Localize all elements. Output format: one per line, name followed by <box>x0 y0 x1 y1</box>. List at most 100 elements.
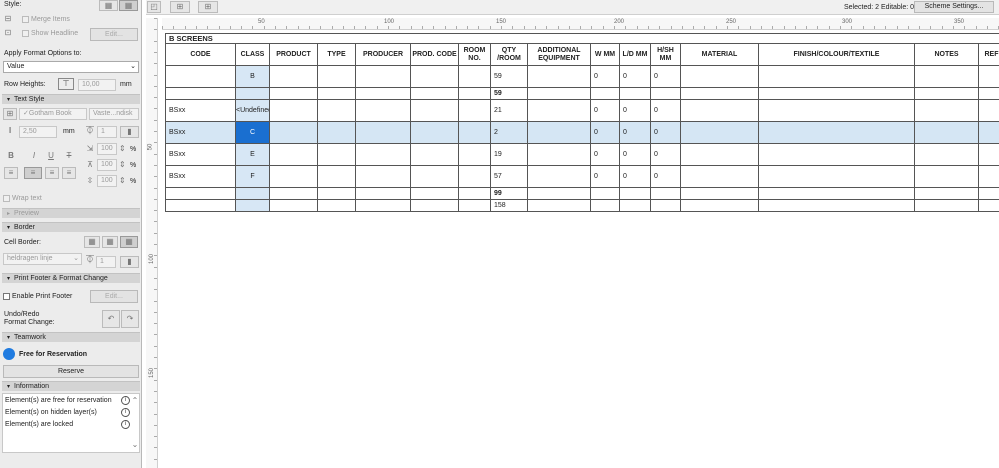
cell-w[interactable]: 0 <box>590 99 620 122</box>
bold-icon[interactable]: B <box>6 151 16 161</box>
table-cell[interactable] <box>317 87 356 100</box>
table-cell[interactable] <box>758 187 915 200</box>
cell-code[interactable] <box>165 187 236 200</box>
cell-code[interactable]: BSxx <box>165 99 236 122</box>
table-cell[interactable] <box>977 187 999 200</box>
cell-qty[interactable]: 21 <box>490 99 528 122</box>
show-headline-checkbox[interactable] <box>22 30 29 37</box>
font-style-icon[interactable]: ⊞ <box>3 108 17 120</box>
column-header[interactable]: ROOM NO. <box>458 43 491 66</box>
table-cell[interactable] <box>914 99 979 122</box>
pen-color-swatch[interactable]: ▮ <box>120 126 139 138</box>
info-icon[interactable]: i <box>121 408 130 417</box>
column-header[interactable]: PRODUCER <box>355 43 411 66</box>
table-cell[interactable] <box>680 165 759 188</box>
table-cell[interactable] <box>410 87 459 100</box>
table-cell[interactable] <box>458 165 491 188</box>
cell-ld[interactable]: 0 <box>619 99 651 122</box>
scheme-settings-button[interactable]: Scheme Settings... <box>914 1 994 13</box>
cell-w[interactable] <box>590 87 620 100</box>
cell-code[interactable] <box>165 65 236 88</box>
table-cell[interactable] <box>269 99 318 122</box>
table-row[interactable]: BSxx E 19 0 0 0 <box>165 143 999 166</box>
table-cell[interactable] <box>680 65 759 88</box>
table-cell[interactable] <box>269 199 318 212</box>
wrap-text-checkbox[interactable] <box>3 195 10 202</box>
cell-w[interactable] <box>590 187 620 200</box>
cell-ld[interactable] <box>619 187 651 200</box>
table-cell[interactable] <box>758 165 915 188</box>
table-cell[interactable] <box>977 165 999 188</box>
table-cell[interactable] <box>527 65 591 88</box>
cell-class[interactable]: F <box>235 165 270 188</box>
border-pen-swatch[interactable]: ▮ <box>120 256 139 268</box>
cell-hsh[interactable]: 0 <box>650 165 681 188</box>
footer-edit-button[interactable]: Edit... <box>90 290 138 303</box>
cell-code[interactable]: BSxx <box>165 165 236 188</box>
table-row[interactable]: BSxx C 2 0 0 0 <box>165 121 999 144</box>
table-cell[interactable] <box>458 65 491 88</box>
cell-ld[interactable]: 0 <box>619 165 651 188</box>
table-cell[interactable] <box>269 187 318 200</box>
table-cell[interactable] <box>355 121 411 144</box>
table-cell[interactable] <box>977 143 999 166</box>
table-cell[interactable] <box>527 99 591 122</box>
style-grid-button[interactable]: ▦ <box>99 0 118 11</box>
table-cell[interactable] <box>355 87 411 100</box>
table-cell[interactable] <box>269 65 318 88</box>
cell-qty[interactable]: 59 <box>490 87 528 100</box>
cell-code[interactable]: BSxx <box>165 121 236 144</box>
table-cell[interactable] <box>914 165 979 188</box>
table-cell[interactable] <box>355 99 411 122</box>
column-header[interactable]: L/D MM <box>619 43 651 66</box>
table-cell[interactable] <box>758 87 915 100</box>
table-cell[interactable] <box>680 87 759 100</box>
cell-hsh[interactable]: 0 <box>650 99 681 122</box>
column-header[interactable]: PROD. CODE <box>410 43 459 66</box>
headline-edit-button[interactable]: Edit... <box>90 28 138 41</box>
table-cell[interactable] <box>317 165 356 188</box>
table-cell[interactable] <box>458 199 491 212</box>
cell-hsh[interactable]: 0 <box>650 143 681 166</box>
table-cell[interactable] <box>458 187 491 200</box>
table-row[interactable]: BSxx F 57 0 0 0 <box>165 165 999 188</box>
table-cell[interactable] <box>355 65 411 88</box>
cell-qty[interactable]: 2 <box>490 121 528 144</box>
table-cell[interactable] <box>758 143 915 166</box>
align-left-icon[interactable]: ≡ <box>4 167 18 179</box>
align-center-icon[interactable]: ≡ <box>24 167 42 179</box>
info-icon[interactable]: i <box>121 396 130 405</box>
cell-w[interactable]: 0 <box>590 143 620 166</box>
table-cell[interactable] <box>977 199 999 212</box>
table-cell[interactable] <box>317 121 356 144</box>
print-footer-section-header[interactable]: ▾ Print Footer & Format Change <box>2 273 140 283</box>
border-outer-icon[interactable]: ▦ <box>84 236 100 248</box>
cell-code[interactable] <box>165 87 236 100</box>
table-cell[interactable] <box>458 99 491 122</box>
table-row[interactable]: B 59 0 0 0 <box>165 65 999 88</box>
cell-hsh[interactable] <box>650 87 681 100</box>
cell-hsh[interactable]: 0 <box>650 121 681 144</box>
cell-code[interactable]: BSxx <box>165 143 236 166</box>
cell-qty[interactable]: 19 <box>490 143 528 166</box>
stepper-icon[interactable]: ⇕ <box>119 176 126 186</box>
select-tool-icon[interactable]: ◰ <box>147 1 161 13</box>
table-cell[interactable] <box>458 87 491 100</box>
table-cell[interactable] <box>977 87 999 100</box>
table-cell[interactable] <box>410 99 459 122</box>
table-cell[interactable] <box>355 199 411 212</box>
table-row[interactable]: BSxx<Undefined>21000 <box>165 99 999 122</box>
scroll-down-icon[interactable]: ⌄ <box>131 440 139 450</box>
redo-icon[interactable]: ↷ <box>121 310 139 328</box>
table-cell[interactable] <box>458 143 491 166</box>
table-cell[interactable] <box>410 121 459 144</box>
underline-icon[interactable]: U <box>46 151 56 161</box>
undo-icon[interactable]: ↶ <box>102 310 120 328</box>
table-cell[interactable] <box>527 121 591 144</box>
table-cell[interactable] <box>269 165 318 188</box>
table-cell[interactable] <box>680 121 759 144</box>
align-right-icon[interactable]: ≡ <box>45 167 59 179</box>
table-cell[interactable] <box>758 99 915 122</box>
cell-ld[interactable]: 0 <box>619 121 651 144</box>
table-cell[interactable] <box>410 165 459 188</box>
